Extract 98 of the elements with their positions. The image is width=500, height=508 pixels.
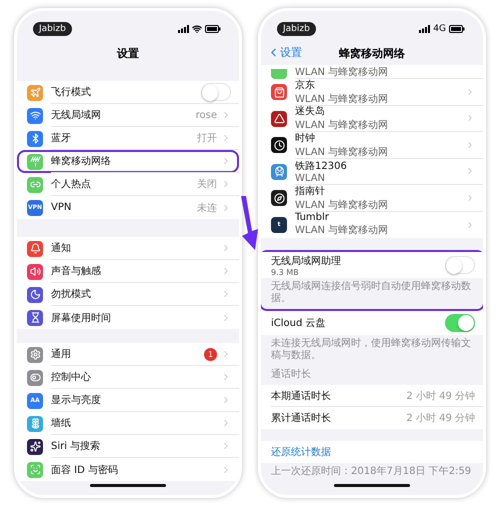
- notification-badge: 1: [204, 348, 217, 360]
- clock-icon: [271, 137, 287, 154]
- app-name: Tumblr: [295, 212, 330, 224]
- app-subtitle: WLAN 与蜂窝移动网: [295, 224, 390, 238]
- antenna-icon: [27, 154, 43, 170]
- back-link[interactable]: 设置: [267, 45, 302, 60]
- settings-row[interactable]: 墙纸: [17, 412, 239, 435]
- app-subtitle: WLAN 与蜂窝移动网: [295, 118, 390, 132]
- shopping-bag-icon: [271, 84, 287, 100]
- row-label: iCloud 云盘: [271, 317, 327, 330]
- settings-row[interactable]: 个人热点 关闭: [17, 173, 239, 196]
- compass-icon: [271, 190, 287, 206]
- sparkle-icon: [27, 438, 43, 454]
- train-icon: [271, 164, 287, 180]
- row-label: Siri 与搜索: [51, 440, 102, 453]
- app-subtitle: WLAN 与蜂窝移动网: [295, 146, 390, 159]
- row-label: 勿扰模式: [51, 288, 92, 301]
- hourglass-icon: [27, 310, 43, 326]
- toggle-switch[interactable]: [201, 83, 231, 101]
- app-name: 铁路12306: [295, 160, 348, 173]
- app-row[interactable]: 时钟 WLAN 与蜂窝移动网: [261, 132, 483, 158]
- bell-icon: [27, 240, 43, 256]
- settings-row[interactable]: 屏幕使用时间: [17, 306, 239, 329]
- status-badge: Jabizb: [33, 22, 72, 36]
- airplane-icon: [27, 84, 43, 100]
- footer-note: 无线局域网连接信号弱时自动使用蜂窝移动数据。: [270, 280, 472, 306]
- row-label: 墙纸: [51, 416, 72, 430]
- settings-row[interactable]: 蜂窝移动网络: [17, 150, 239, 173]
- row-label: 通用: [51, 348, 72, 361]
- app-name: 京东: [295, 78, 316, 92]
- toggle-switch[interactable]: [445, 256, 475, 274]
- row-label: 声音与触感: [51, 264, 102, 278]
- row-value: 未连: [197, 202, 217, 214]
- section-header: 通话时长: [270, 368, 312, 382]
- gear-icon: [27, 346, 43, 362]
- settings-row[interactable]: 勿扰模式: [17, 283, 239, 306]
- settings-row[interactable]: 蓝牙 打开: [17, 127, 239, 150]
- screen-title: 蜂窝移动网络: [339, 46, 405, 60]
- settings-row[interactable]: Siri 与搜索: [17, 435, 239, 458]
- row-label: 控制中心: [51, 370, 92, 384]
- moon-icon: [27, 286, 43, 302]
- signal-icon: [419, 25, 430, 33]
- settings-row[interactable]: 通知: [17, 237, 239, 260]
- wifi-icon: [192, 24, 202, 34]
- toggle-switch[interactable]: [445, 314, 475, 332]
- row-value: 2 小时 49 分钟: [406, 412, 475, 425]
- row-value: 关闭: [197, 178, 217, 191]
- app-subtitle: WLAN 与蜂窝移动网: [295, 66, 388, 78]
- row-label: 面容 ID 与密码: [51, 464, 120, 476]
- app-name: 时钟: [295, 132, 316, 145]
- app-subtitle: WLAN 与蜂窝移动网: [295, 198, 390, 212]
- bluetooth-icon: [27, 130, 43, 146]
- app-name: 指南针: [295, 184, 326, 198]
- wifi-icon: [27, 108, 43, 124]
- row-value: rose: [196, 110, 217, 120]
- toggle-icon: [27, 370, 43, 386]
- settings-row[interactable]: 无线局域网 rose: [17, 104, 239, 127]
- settings-row[interactable]: 飞行模式: [17, 81, 239, 104]
- status-badge: Jabizb: [277, 22, 316, 36]
- network-label: 4G: [433, 24, 446, 34]
- battery-icon: [449, 25, 465, 33]
- app-row[interactable]: 京东 WLAN 与蜂窝移动网: [261, 79, 483, 106]
- row-label: 蓝牙: [51, 132, 72, 145]
- app-row[interactable]: 迷失岛 WLAN 与蜂窝移动网: [261, 106, 483, 132]
- row-label: 无线局域网: [51, 108, 102, 122]
- settings-row[interactable]: 声音与触感: [17, 260, 239, 283]
- row-label: 累计通话时长: [271, 412, 332, 425]
- app-row[interactable]: 指南针 WLAN 与蜂窝移动网: [261, 185, 483, 212]
- arrow-icon: [240, 196, 259, 250]
- screen-title: 设置: [117, 46, 139, 60]
- speaker-icon: [27, 264, 43, 280]
- row-label: 无线局域网助理: [271, 254, 342, 268]
- row-label: 蜂窝移动网络: [51, 154, 112, 168]
- row-label: 显示与亮度: [51, 394, 102, 407]
- flower-icon: [27, 416, 43, 432]
- row-label: 屏幕使用时间: [51, 312, 112, 324]
- row-label: 本期通话时长: [271, 390, 332, 402]
- settings-row[interactable]: 通用 1: [17, 343, 239, 366]
- row-value: 打开: [197, 132, 217, 145]
- link-icon: [27, 176, 43, 192]
- footer-note: 上一次还原时间：2018年7月18日 下午2:59: [270, 464, 472, 479]
- reset-link[interactable]: 还原统计数据: [271, 445, 331, 459]
- data-usage: 9.3 MB: [271, 268, 300, 276]
- footer-note: 未连接无线局域网时，使用蜂窝移动网传输文稿与数据。: [270, 336, 472, 363]
- row-value: 2 小时 49 分钟: [406, 390, 475, 402]
- row-label: 通知: [51, 242, 72, 255]
- signal-icon: [178, 25, 189, 33]
- app-subtitle: WLAN 与蜂窝移动网: [295, 92, 390, 106]
- face-scan-icon: [27, 462, 43, 478]
- app-subtitle: WLAN: [295, 172, 326, 184]
- settings-row[interactable]: 面容 ID 与密码: [17, 458, 239, 481]
- settings-row[interactable]: 控制中心: [17, 366, 239, 389]
- app-name: 迷失岛: [295, 104, 326, 118]
- row-label: 飞行模式: [51, 86, 92, 99]
- app-row[interactable]: 铁路12306 WLAN: [261, 158, 483, 185]
- row-label: 个人热点: [51, 178, 92, 191]
- row-label: VPN: [51, 202, 72, 213]
- battery-icon: [205, 25, 221, 33]
